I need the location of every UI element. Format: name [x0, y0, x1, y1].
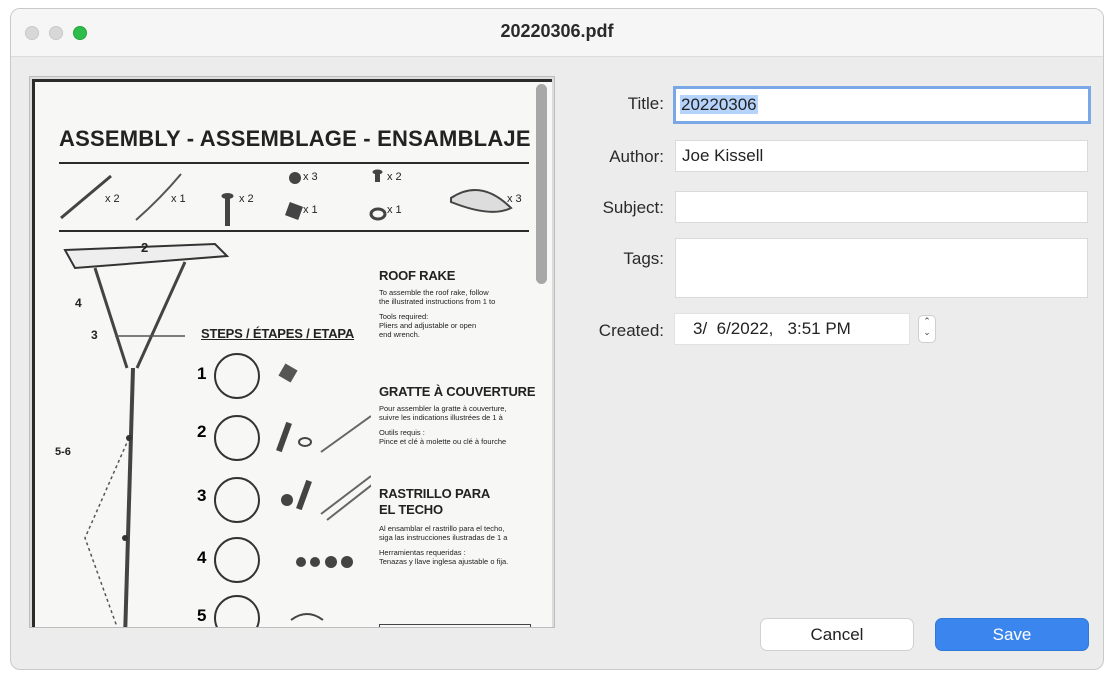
part-qty-7: x 1: [387, 204, 402, 216]
part-qty-2: x 1: [171, 193, 186, 205]
title-bar: 20220306.pdf: [11, 9, 1103, 57]
es-tools-2: Tenazas y llave inglesa ajustable o fija…: [379, 557, 509, 566]
cancel-button[interactable]: Cancel: [760, 618, 914, 651]
fr-title: GRATTE À COUVERTURE: [379, 384, 536, 399]
save-button[interactable]: Save: [935, 618, 1089, 651]
part-qty-1: x 2: [105, 193, 120, 205]
created-label: Created:: [598, 321, 664, 340]
callout-5-6: 5-6: [55, 446, 71, 458]
step-number-2: 2: [197, 422, 207, 441]
page-box-edge: [379, 624, 531, 627]
part-qty-3: x 2: [239, 193, 254, 205]
en-title: ROOF RAKE: [379, 268, 456, 283]
fr-tools-2: Pince et clé à molette ou clé à fourche: [379, 437, 507, 446]
chevron-down-icon[interactable]: ⌄: [919, 327, 935, 338]
subject-label: Subject:: [602, 198, 664, 217]
document-preview[interactable]: ASSEMBLY - ASSEMBLAGE - ENSAMBLAJE x 2 x…: [29, 76, 555, 628]
step-number-1: 1: [197, 364, 207, 383]
step-number-3: 3: [197, 486, 207, 505]
title-label: Title:: [627, 94, 664, 113]
author-label: Author:: [609, 147, 664, 166]
es-tools-1: Herramientas requeridas :: [379, 548, 466, 557]
page-rule-mid: [59, 230, 529, 232]
en-line-2: the illustrated instructions from 1 to: [379, 297, 496, 306]
es-line-1: Al ensamblar el rastrillo para el techo,: [379, 524, 505, 533]
es-title-1: RASTRILLO PARA: [379, 486, 491, 501]
author-field[interactable]: Joe Kissell: [675, 140, 1088, 172]
created-date-field[interactable]: 3/ 6/2022, 3:51 PM: [674, 313, 910, 345]
tags-label: Tags:: [623, 249, 664, 268]
part-qty-8: x 3: [507, 193, 522, 205]
fr-line-1: Pour assembler la gratte à couverture,: [379, 404, 507, 413]
title-field[interactable]: 20220306: [673, 86, 1091, 124]
en-tools-2: Pliers and adjustable or open: [379, 321, 477, 330]
en-line-1: To assemble the roof rake, follow: [379, 288, 489, 297]
title-value: 20220306: [680, 95, 758, 114]
step-illustrations: [214, 353, 371, 627]
chevron-up-icon[interactable]: ⌃: [919, 316, 935, 327]
tags-field[interactable]: [675, 238, 1088, 298]
en-tools-3: end wrench.: [379, 330, 420, 339]
parts-illustration: [60, 169, 513, 226]
part-qty-5: x 1: [303, 204, 318, 216]
pdf-page-thumbnail: ASSEMBLY - ASSEMBLAGE - ENSAMBLAJE x 2 x…: [32, 79, 552, 627]
steps-heading: STEPS / ÉTAPES / ETAPA: [201, 326, 355, 341]
part-qty-6: x 2: [387, 171, 402, 183]
page-rule-top: [59, 162, 529, 164]
step-number-5: 5: [197, 606, 207, 625]
en-tools-1: Tools required:: [379, 312, 429, 321]
subject-field[interactable]: [675, 191, 1088, 223]
callout-2: 2: [141, 240, 149, 255]
part-qty-4: x 3: [303, 171, 318, 183]
callout-3: 3: [91, 328, 98, 342]
fr-line-2: suivre les indications illustrées de 1 à: [379, 413, 503, 422]
callout-4: 4: [75, 296, 82, 310]
fr-tools-1: Outils requis :: [379, 428, 425, 437]
date-stepper[interactable]: ⌃ ⌄: [918, 315, 936, 343]
window-title: 20220306.pdf: [500, 21, 614, 41]
es-title-2: EL TECHO: [379, 502, 443, 517]
es-line-2: siga las instrucciones ilustradas de 1 a: [379, 533, 508, 542]
step-number-4: 4: [197, 548, 207, 567]
page-heading: ASSEMBLY - ASSEMBLAGE - ENSAMBLAJE: [59, 126, 531, 151]
